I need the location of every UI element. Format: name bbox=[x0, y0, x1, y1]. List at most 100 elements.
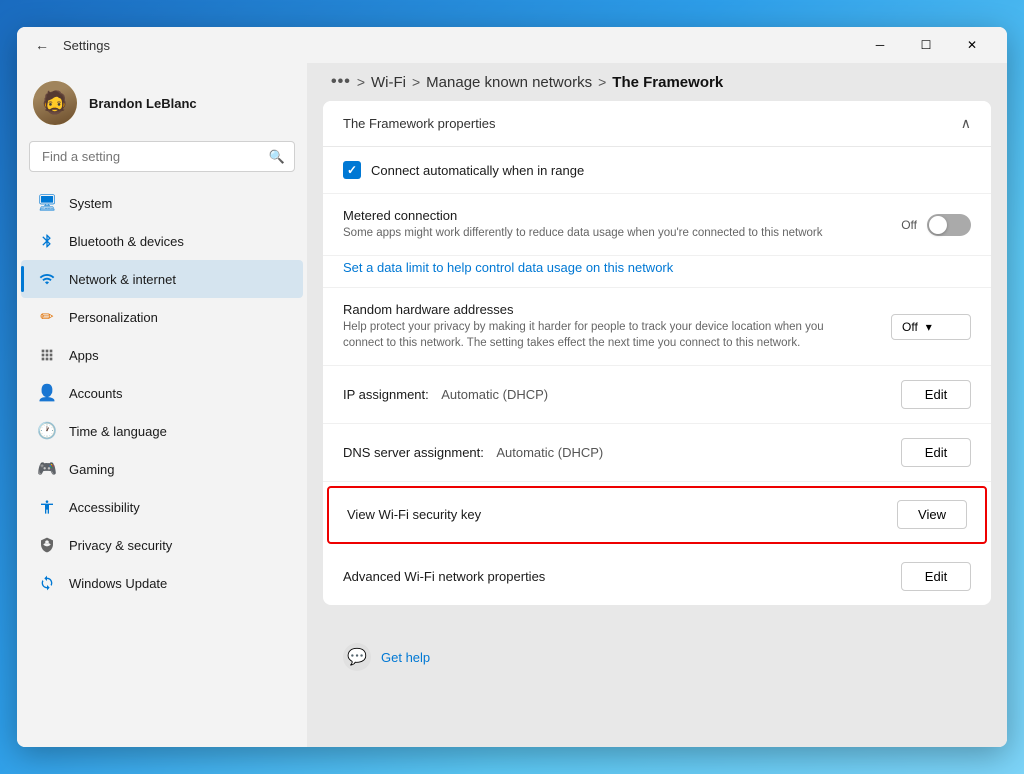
breadcrumb-current: The Framework bbox=[612, 74, 723, 91]
sidebar-label-time: Time & language bbox=[69, 424, 167, 439]
breadcrumb-sep2: > bbox=[412, 74, 420, 90]
metered-info: Metered connection Some apps might work … bbox=[343, 208, 901, 241]
personalization-icon: ✏ bbox=[37, 307, 57, 327]
breadcrumb-manage[interactable]: Manage known networks bbox=[426, 74, 592, 91]
data-limit-row: Set a data limit to help control data us… bbox=[323, 256, 991, 288]
avatar-image: 🧔 bbox=[33, 81, 77, 125]
advanced-label: Advanced Wi-Fi network properties bbox=[343, 569, 545, 584]
get-help-link[interactable]: Get help bbox=[381, 650, 430, 665]
content-area: 🧔 Brandon LeBlanc 🔍 🖥 System Bluetooth &… bbox=[17, 63, 1007, 747]
sidebar-label-bluetooth: Bluetooth & devices bbox=[69, 234, 184, 249]
metered-state-label: Off bbox=[901, 218, 917, 232]
dropdown-arrow-icon: ▾ bbox=[926, 320, 932, 334]
bluetooth-icon bbox=[37, 231, 57, 251]
sidebar-item-accounts[interactable]: 👤 Accounts bbox=[21, 374, 303, 412]
sidebar-item-system[interactable]: 🖥 System bbox=[21, 184, 303, 222]
time-icon: 🕐 bbox=[37, 421, 57, 441]
breadcrumb-sep3: > bbox=[598, 74, 606, 90]
breadcrumb-sep1: > bbox=[357, 74, 365, 90]
dns-control: Edit bbox=[901, 438, 971, 467]
sidebar-item-time[interactable]: 🕐 Time & language bbox=[21, 412, 303, 450]
sidebar-label-accounts: Accounts bbox=[69, 386, 122, 401]
avatar: 🧔 bbox=[33, 81, 77, 125]
sidebar-item-personalization[interactable]: ✏ Personalization bbox=[21, 298, 303, 336]
random-hw-control: Off ▾ bbox=[891, 314, 971, 340]
update-icon bbox=[37, 573, 57, 593]
dns-label: DNS server assignment: bbox=[343, 445, 484, 460]
settings-window: ← Settings ─ ☐ ✕ 🧔 Brandon LeBlanc 🔍 bbox=[17, 27, 1007, 747]
collapse-icon[interactable]: ∧ bbox=[961, 115, 971, 132]
random-hw-dropdown[interactable]: Off ▾ bbox=[891, 314, 971, 340]
ip-edit-button[interactable]: Edit bbox=[901, 380, 971, 409]
get-help-icon: 💬 bbox=[343, 643, 371, 671]
gaming-icon: 🎮 bbox=[37, 459, 57, 479]
metered-toggle[interactable] bbox=[927, 214, 971, 236]
ip-control: Edit bbox=[901, 380, 971, 409]
wifi-key-info: View Wi-Fi security key bbox=[347, 506, 897, 524]
sidebar-item-gaming[interactable]: 🎮 Gaming bbox=[21, 450, 303, 488]
sidebar-item-accessibility[interactable]: Accessibility bbox=[21, 488, 303, 526]
random-hw-value: Off bbox=[902, 320, 918, 334]
sidebar-label-privacy: Privacy & security bbox=[69, 538, 172, 553]
title-bar: ← Settings ─ ☐ ✕ bbox=[17, 27, 1007, 63]
sidebar-item-network[interactable]: Network & internet bbox=[21, 260, 303, 298]
wifi-key-view-button[interactable]: View bbox=[897, 500, 967, 529]
sidebar-item-apps[interactable]: Apps bbox=[21, 336, 303, 374]
random-hw-label: Random hardware addresses bbox=[343, 302, 891, 317]
get-help-row: 💬 Get help bbox=[323, 629, 991, 685]
privacy-icon bbox=[37, 535, 57, 555]
search-box: 🔍 bbox=[29, 141, 295, 172]
ip-value: Automatic (DHCP) bbox=[441, 387, 548, 402]
wifi-key-control: View bbox=[897, 500, 967, 529]
apps-icon bbox=[37, 345, 57, 365]
advanced-control: Edit bbox=[901, 562, 971, 591]
sidebar-item-privacy[interactable]: Privacy & security bbox=[21, 526, 303, 564]
title-bar-left: ← Settings bbox=[29, 33, 110, 57]
sidebar-label-accessibility: Accessibility bbox=[69, 500, 140, 515]
sidebar-label-network: Network & internet bbox=[69, 272, 176, 287]
search-icon: 🔍 bbox=[269, 149, 285, 165]
main-content: ••• > Wi-Fi > Manage known networks > Th… bbox=[307, 63, 1007, 747]
user-profile: 🧔 Brandon LeBlanc bbox=[17, 71, 307, 141]
maximize-button[interactable]: ☐ bbox=[903, 29, 949, 61]
dns-value: Automatic (DHCP) bbox=[496, 445, 603, 460]
sidebar-label-system: System bbox=[69, 196, 112, 211]
close-button[interactable]: ✕ bbox=[949, 29, 995, 61]
sidebar-item-update[interactable]: Windows Update bbox=[21, 564, 303, 602]
advanced-info: Advanced Wi-Fi network properties bbox=[343, 568, 901, 586]
dns-info: DNS server assignment: Automatic (DHCP) bbox=[343, 444, 901, 462]
wifi-key-row: View Wi-Fi security key View bbox=[327, 486, 987, 544]
framework-properties-panel: The Framework properties ∧ ✓ Connect aut… bbox=[323, 101, 991, 605]
sidebar-label-apps: Apps bbox=[69, 348, 99, 363]
sidebar-item-bluetooth[interactable]: Bluetooth & devices bbox=[21, 222, 303, 260]
toggle-thumb bbox=[929, 216, 947, 234]
random-hw-row: Random hardware addresses Help protect y… bbox=[323, 288, 991, 366]
random-hw-desc: Help protect your privacy by making it h… bbox=[343, 319, 843, 351]
network-icon bbox=[37, 269, 57, 289]
checkmark-icon: ✓ bbox=[347, 163, 357, 177]
breadcrumb-dots: ••• bbox=[331, 73, 351, 91]
ip-info: IP assignment: Automatic (DHCP) bbox=[343, 386, 901, 404]
dns-edit-button[interactable]: Edit bbox=[901, 438, 971, 467]
minimize-button[interactable]: ─ bbox=[857, 29, 903, 61]
panel-title: The Framework properties bbox=[343, 116, 495, 131]
advanced-edit-button[interactable]: Edit bbox=[901, 562, 971, 591]
window-title: Settings bbox=[63, 38, 110, 53]
panel-header: The Framework properties ∧ bbox=[323, 101, 991, 147]
breadcrumb-wifi[interactable]: Wi-Fi bbox=[371, 74, 406, 91]
ip-label: IP assignment: bbox=[343, 387, 429, 402]
data-limit-link[interactable]: Set a data limit to help control data us… bbox=[343, 260, 673, 275]
sidebar-label-personalization: Personalization bbox=[69, 310, 158, 325]
accounts-icon: 👤 bbox=[37, 383, 57, 403]
wifi-key-label: View Wi-Fi security key bbox=[347, 507, 481, 522]
back-button[interactable]: ← bbox=[29, 33, 55, 57]
search-input[interactable] bbox=[29, 141, 295, 172]
sidebar-label-update: Windows Update bbox=[69, 576, 167, 591]
metered-label: Metered connection bbox=[343, 208, 901, 223]
advanced-row: Advanced Wi-Fi network properties Edit bbox=[323, 548, 991, 605]
user-name: Brandon LeBlanc bbox=[89, 96, 197, 111]
connect-auto-label: Connect automatically when in range bbox=[371, 163, 584, 178]
system-icon: 🖥 bbox=[37, 193, 57, 213]
accessibility-icon bbox=[37, 497, 57, 517]
connect-auto-checkbox[interactable]: ✓ bbox=[343, 161, 361, 179]
